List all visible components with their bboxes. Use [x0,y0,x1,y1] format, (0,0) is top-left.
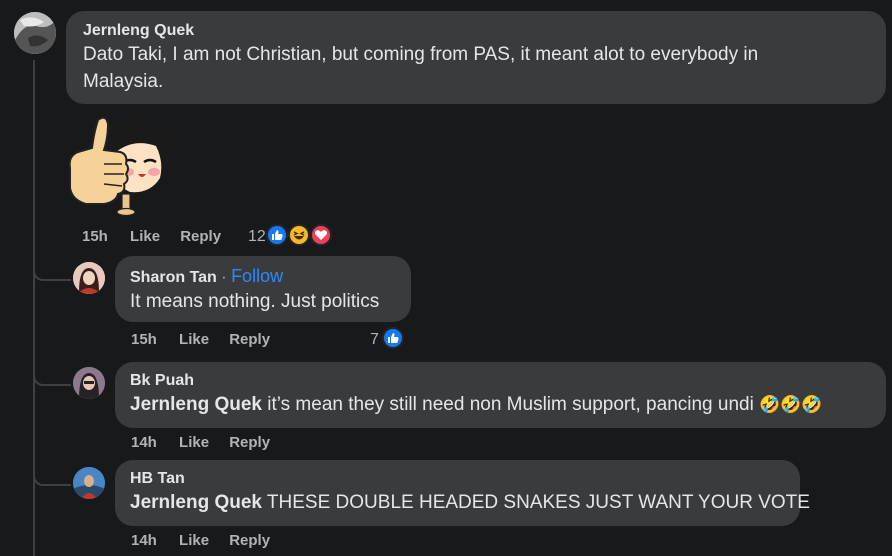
comment-author[interactable]: Bk Puah [130,372,871,390]
like-button[interactable]: Like [179,331,209,348]
love-icon [310,224,332,246]
comment-timestamp[interactable]: 14h [131,434,157,451]
reply-button[interactable]: Reply [229,434,270,451]
comment-author[interactable]: HB Tan [130,470,785,488]
haha-icon [288,224,310,246]
comment-text: THESE DOUBLE HEADED SNAKES JUST WANT YOU… [262,492,810,513]
comment-actions: 15h Like Reply [131,331,286,348]
comment-author[interactable]: Jernleng Quek [83,22,869,40]
sticker-image [64,108,176,220]
thread-branch [33,255,71,281]
reaction-count[interactable]: 7 [370,331,379,349]
mention-link[interactable]: Jernleng Quek [130,492,262,513]
mention-link[interactable]: Jernleng Quek [130,394,262,415]
reply-button[interactable]: Reply [229,331,270,348]
comment-actions: 15h Like Reply [82,228,237,245]
like-icon [266,224,288,246]
comment-actions: 14h Like Reply [131,434,286,451]
comment-text: Dato Taki, I am not Christian, but comin… [83,44,759,65]
avatar[interactable] [73,467,105,499]
comment-actions: 14h Like Reply [131,532,286,549]
comment-author[interactable]: Sharon Tan [130,269,217,286]
comment-timestamp[interactable]: 15h [82,228,108,245]
avatar[interactable] [73,367,105,399]
thread-branch [33,460,71,486]
separator-dot: · [221,269,227,286]
comment-bubble: Sharon Tan · Follow It means nothing. Ju… [115,256,411,322]
reaction-count[interactable]: 12 [248,228,266,246]
like-button[interactable]: Like [179,532,209,549]
comment-text: Malaysia. [83,71,164,92]
avatar[interactable] [73,262,105,294]
reaction-icons[interactable] [266,224,338,248]
comment-timestamp[interactable]: 15h [131,331,157,348]
reply-button[interactable]: Reply [229,532,270,549]
thread-branch [33,360,71,386]
avatar[interactable] [14,12,56,54]
comment-text: It means nothing. Just politics [130,291,380,312]
laughing-emoji: 🤣🤣🤣 [759,395,823,414]
like-button[interactable]: Like [130,228,160,245]
follow-button[interactable]: Follow [231,266,283,286]
reply-button[interactable]: Reply [180,228,221,245]
comment-text: it’s mean they still need non Muslim sup… [262,394,760,415]
comment-timestamp[interactable]: 14h [131,532,157,549]
comment-bubble: Jernleng Quek Dato Taki, I am not Christ… [66,11,886,104]
like-icon[interactable] [382,327,404,349]
like-button[interactable]: Like [179,434,209,451]
comment-bubble: Bk Puah Jernleng Quek it’s mean they sti… [115,362,886,428]
comment-bubble: HB Tan Jernleng Quek THESE DOUBLE HEADED… [115,460,810,526]
